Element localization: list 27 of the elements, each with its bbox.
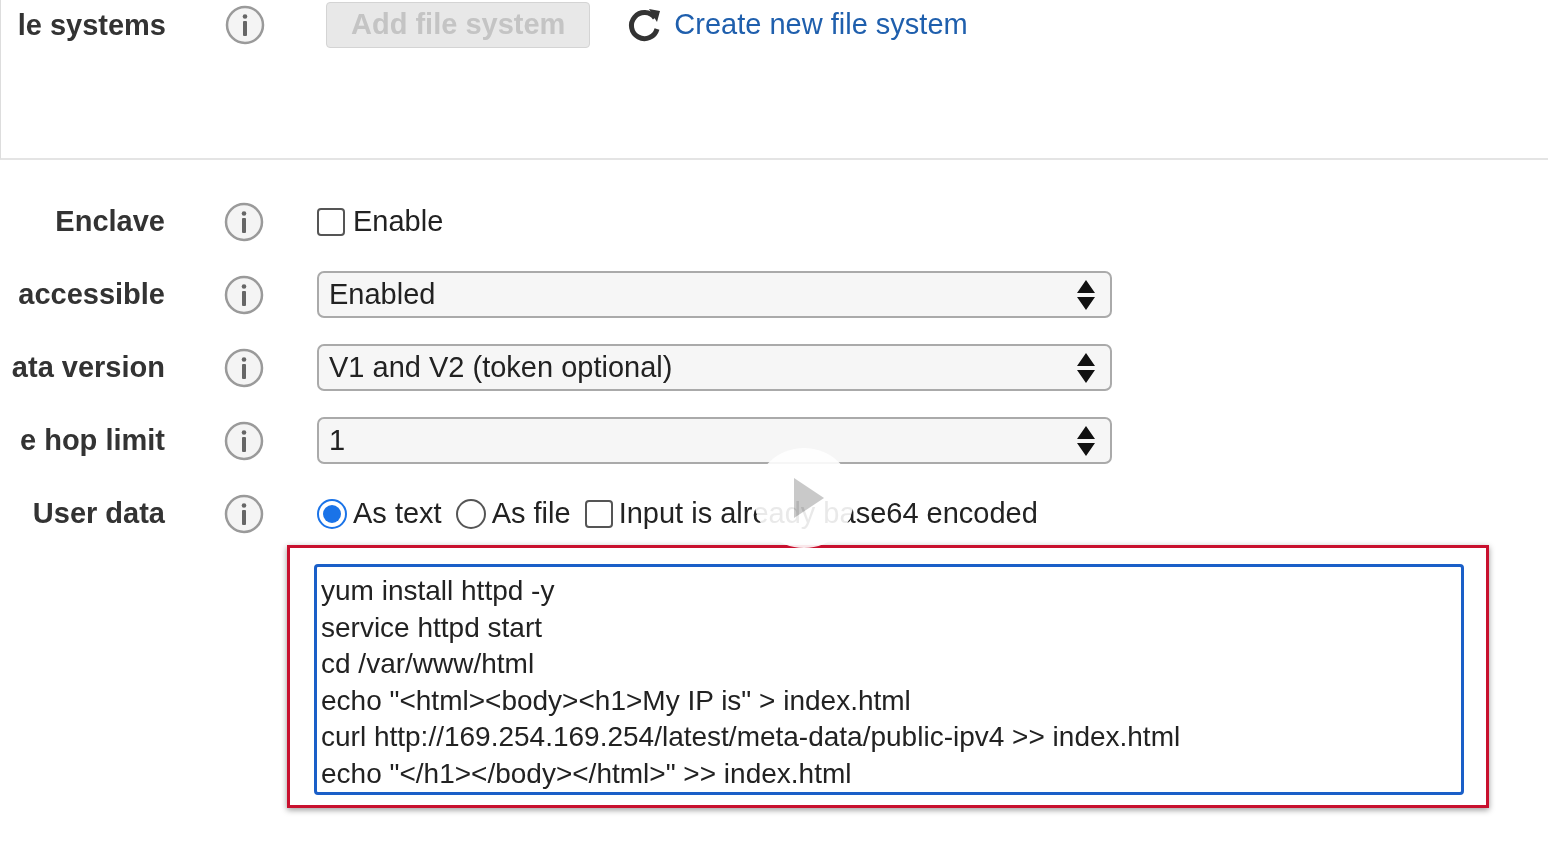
field-label: User data (32, 499, 165, 528)
field-label: le systems (17, 10, 166, 40)
checkbox[interactable] (317, 207, 345, 236)
checkbox-label: Enable (353, 203, 444, 239)
radio-label: As file (491, 495, 571, 531)
info-icon[interactable] (224, 347, 264, 388)
select-arrows-icon (1076, 351, 1096, 384)
select-field[interactable]: 1 (317, 417, 1112, 464)
select-arrows-icon (1076, 424, 1096, 457)
select-arrows-icon (1076, 278, 1096, 311)
field-label: ata version (11, 353, 165, 382)
radio-button[interactable] (455, 498, 486, 529)
field-label: Enclave (55, 207, 165, 236)
info-icon[interactable] (224, 274, 264, 315)
create-file-system-link[interactable]: Create new file system (674, 3, 968, 47)
checkbox[interactable] (584, 499, 613, 528)
select-field[interactable]: V1 and V2 (token optional) (317, 344, 1112, 391)
info-icon[interactable] (224, 201, 264, 242)
user-data-textarea[interactable]: yum install httpd -y service httpd start cd /var/www/html echo "<html><body><h1>My IP is" > index.html curl http://169.254.169.254/latest/meta-data/public-ipv4 >> index.html echo "</h1></body></html>" >> index.html (314, 564, 1464, 795)
info-icon[interactable] (224, 420, 264, 461)
radio-label: As text (353, 495, 442, 531)
info-icon[interactable] (225, 5, 265, 45)
info-icon[interactable] (224, 493, 264, 534)
select-field[interactable]: Enabled (317, 271, 1112, 318)
field-label: e hop limit (20, 426, 165, 455)
radio-button[interactable] (317, 498, 347, 529)
field-label: accessible (18, 280, 165, 309)
